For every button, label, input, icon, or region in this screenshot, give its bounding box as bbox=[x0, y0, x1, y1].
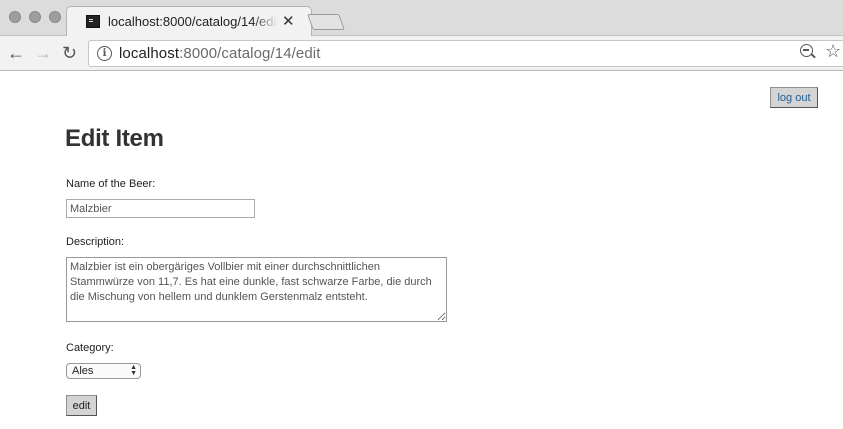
category-label: Category: bbox=[66, 342, 114, 354]
name-label: Name of the Beer: bbox=[66, 178, 156, 190]
info-icon[interactable]: i bbox=[97, 46, 112, 61]
reload-icon[interactable]: ↻ bbox=[62, 43, 77, 63]
select-arrows-icon: ▲ ▼ bbox=[130, 364, 137, 377]
browser-tab-content: localhost:8000/catalog/14/edit ✕ bbox=[84, 6, 304, 36]
window-zoom-button[interactable] bbox=[49, 11, 61, 23]
window-minimize-button[interactable] bbox=[29, 11, 41, 23]
category-select[interactable]: Ales ▲ ▼ bbox=[66, 363, 141, 379]
new-tab-button[interactable] bbox=[307, 14, 345, 30]
beer-name-input[interactable] bbox=[66, 199, 255, 218]
tab-close-icon[interactable]: ✕ bbox=[282, 12, 295, 30]
page-title: Edit Item bbox=[65, 125, 164, 152]
logout-button[interactable]: log out bbox=[770, 87, 818, 108]
description-textarea[interactable]: Malzbier ist ein obergäriges Vollbier mi… bbox=[66, 257, 447, 322]
window-close-button[interactable] bbox=[9, 11, 21, 23]
edit-submit-button[interactable]: edit bbox=[66, 395, 97, 416]
tab-strip: localhost:8000/catalog/14/edit ✕ bbox=[0, 0, 843, 37]
terminal-favicon-icon bbox=[86, 14, 100, 28]
url-path: :8000/catalog/14/edit bbox=[179, 45, 321, 62]
address-bar[interactable]: i localhost:8000/catalog/14/edit bbox=[88, 40, 843, 67]
description-label: Description: bbox=[66, 236, 125, 248]
forward-arrow-icon[interactable]: → bbox=[34, 43, 52, 63]
zoom-out-icon[interactable] bbox=[800, 44, 813, 57]
url-text: localhost:8000/catalog/14/edit bbox=[119, 45, 321, 62]
back-arrow-icon[interactable]: ← bbox=[7, 43, 25, 63]
bookmark-star-icon[interactable]: ☆ bbox=[825, 41, 841, 62]
url-host: localhost bbox=[119, 45, 180, 62]
tab-title: localhost:8000/catalog/14/edit bbox=[108, 13, 278, 29]
category-selected-value: Ales bbox=[72, 365, 94, 377]
